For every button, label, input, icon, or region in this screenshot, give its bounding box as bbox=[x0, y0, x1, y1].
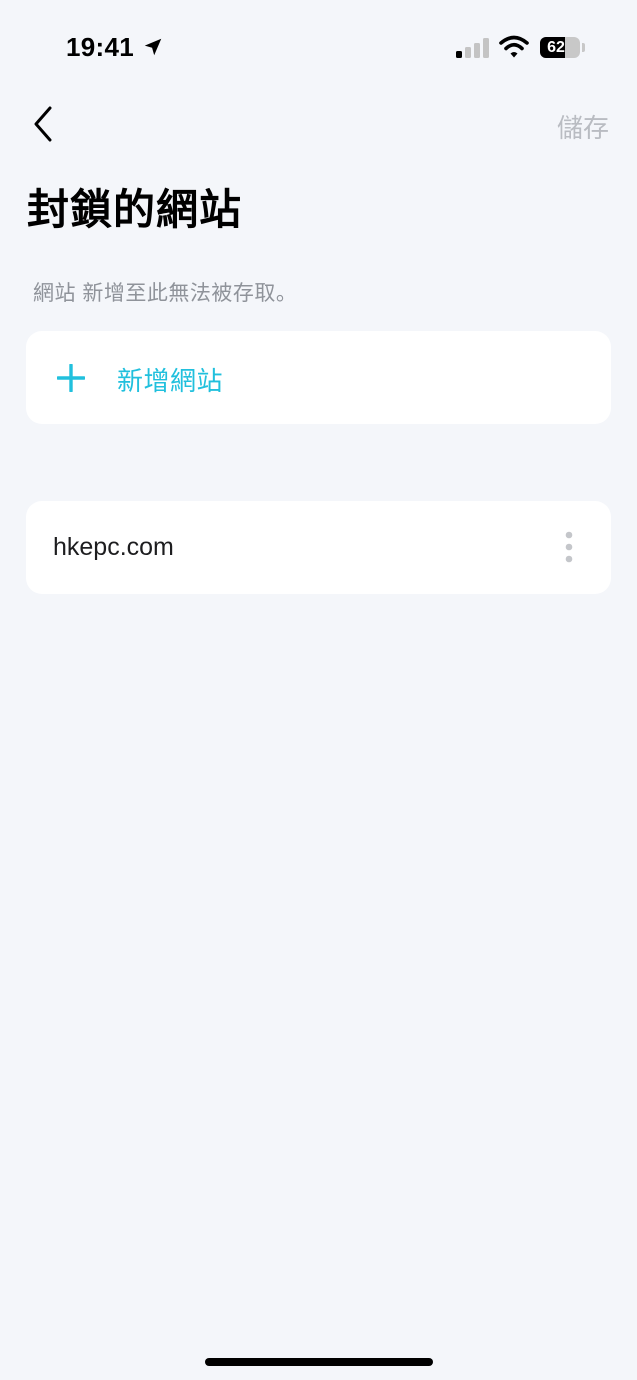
plus-icon bbox=[57, 364, 85, 392]
add-website-label: 新增網站 bbox=[117, 366, 224, 396]
status-bar: 19:41 62 bbox=[0, 0, 637, 92]
battery-percentage: 62 bbox=[547, 39, 565, 56]
status-time: 19:41 bbox=[66, 32, 134, 62]
battery-icon: 62 bbox=[540, 37, 580, 58]
battery-cap bbox=[582, 43, 585, 52]
save-button[interactable]: 儲存 bbox=[557, 108, 609, 145]
blocked-site-domain: hkepc.com bbox=[53, 533, 174, 561]
page-description: 網站 新增至此無法被存取。 bbox=[33, 282, 298, 305]
more-vertical-icon[interactable] bbox=[557, 529, 581, 565]
wifi-icon bbox=[499, 35, 529, 58]
blocked-websites-screen: 19:41 62 儲存 封鎖的網站 網站 新增至此無法被存取。 新增網站 hke… bbox=[0, 0, 637, 1380]
cellular-signal-icon bbox=[456, 38, 489, 58]
page-title: 封鎖的網站 bbox=[27, 186, 243, 233]
home-indicator bbox=[205, 1358, 433, 1366]
blocked-site-item: hkepc.com bbox=[26, 501, 611, 594]
location-arrow-icon bbox=[144, 38, 162, 56]
add-website-button[interactable]: 新增網站 bbox=[26, 331, 611, 424]
back-button[interactable] bbox=[26, 102, 66, 146]
